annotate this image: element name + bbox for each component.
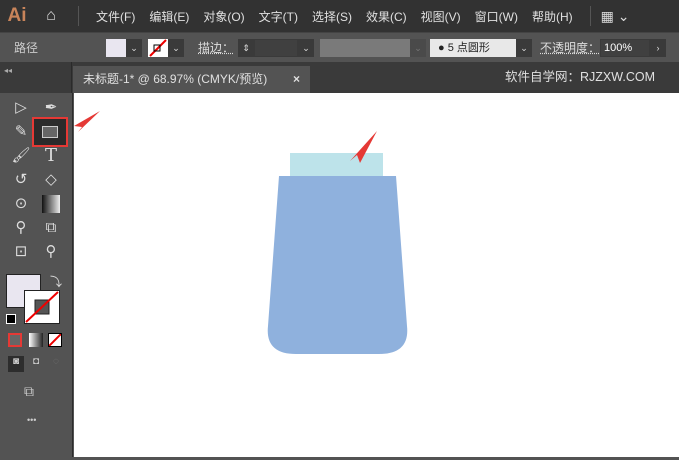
eraser-tool-icon[interactable]: ◇ (40, 169, 62, 191)
direct-selection-tool-icon[interactable]: ▷ (10, 97, 32, 119)
artboard-canvas[interactable] (74, 93, 679, 457)
divider (78, 6, 79, 26)
control-bar: 路径 ⌄ ⌄ 描边： ⇕ ⌄ ⌄ ● 5 点圆形 ⌄ 不透明度： 100% › (0, 32, 679, 62)
brush-label: 5 点圆形 (447, 41, 490, 54)
shape-builder-tool-icon[interactable]: ⧉ (40, 217, 62, 239)
rotate-tool-icon[interactable]: ↺ (10, 169, 32, 191)
collapse-icon[interactable]: ◂◂ (4, 66, 12, 75)
fill-swatch[interactable] (106, 38, 126, 57)
close-tab-button[interactable]: × (293, 66, 300, 93)
brush-definition[interactable]: ● 5 点圆形 (430, 38, 517, 57)
stroke-dropdown[interactable]: ⌄ (168, 38, 184, 57)
screen-mode-icon[interactable]: ⧉ (24, 383, 34, 400)
draw-inside-icon[interactable]: ◌ (48, 356, 64, 372)
document-tab[interactable]: 未标题-1* @ 68.97% (CMYK/预览) × (73, 66, 310, 93)
artwork (267, 131, 408, 354)
color-mode-button[interactable] (8, 333, 22, 347)
rectangle-tool-icon[interactable] (32, 117, 68, 147)
toolbar-header[interactable]: ◂◂ (0, 62, 72, 93)
watermark-text: 软件自学网：RJZXW.COM (505, 70, 655, 84)
stroke-swatch[interactable] (148, 38, 168, 57)
variable-width-profile[interactable] (320, 38, 411, 57)
stroke-color-swatch[interactable] (24, 290, 60, 324)
menu-type[interactable]: 文字(T) (252, 8, 305, 25)
width-tool-icon[interactable]: ⊙ (10, 193, 32, 215)
tab-title: 未标题-1* @ 68.97% (CMYK/预览) (83, 72, 268, 86)
none-mode-button[interactable] (48, 333, 62, 347)
bottle-body (267, 176, 408, 354)
menu-object[interactable]: 对象(O) (196, 8, 251, 25)
opacity-label: 不透明度： (540, 41, 601, 55)
pen-tool-icon[interactable]: ✒ (40, 97, 62, 119)
menu-view[interactable]: 视图(V) (414, 8, 468, 25)
draw-normal-icon[interactable]: ◙ (8, 356, 24, 372)
opacity-input[interactable]: 100% (600, 38, 651, 57)
stroke-weight-input[interactable] (254, 38, 299, 57)
brush-dropdown[interactable]: ⌄ (516, 38, 533, 57)
fill-dropdown[interactable]: ⌄ (126, 38, 142, 57)
gradient-tool-icon[interactable] (42, 195, 60, 213)
menu-file[interactable]: 文件(F) (89, 8, 142, 25)
menu-window[interactable]: 窗口(W) (468, 8, 525, 25)
tools-panel: ▷ ✒ ✎ 🖌 T ↺ ◇ ⊙ ⚲ ⧉ ⊡ ⚲ ⤵ ◙ ◘ ◌ ⧉ ••• (0, 93, 73, 457)
menu-effect[interactable]: 效果(C) (359, 8, 414, 25)
menu-edit[interactable]: 编辑(E) (142, 8, 196, 25)
workspace-switcher-icon[interactable]: ▦ ⌄ (601, 8, 630, 25)
curvature-tool-icon[interactable]: ✎ (10, 121, 32, 143)
divider (589, 6, 591, 26)
default-colors-icon[interactable] (6, 314, 16, 324)
stroke-label: 描边： (198, 41, 235, 55)
app-logo: Ai (7, 5, 27, 26)
menu-bar: Ai ⌂ 文件(F) 编辑(E) 对象(O) 文字(T) 选择(S) 效果(C)… (0, 0, 679, 32)
bottle-lid (290, 153, 383, 177)
more-tools-button[interactable]: ••• (27, 415, 36, 425)
gradient-mode-button[interactable] (29, 333, 43, 347)
menu-select[interactable]: 选择(S) (305, 8, 359, 25)
zoom-tool-icon[interactable]: ⚲ (40, 241, 62, 263)
profile-dropdown[interactable]: ⌄ (410, 38, 427, 57)
eyedropper-tool-icon[interactable]: ⚲ (10, 217, 32, 239)
draw-behind-icon[interactable]: ◘ (28, 356, 44, 372)
menu-help[interactable]: 帮助(H) (525, 8, 580, 25)
opacity-dropdown[interactable]: › (650, 38, 667, 57)
arrow-annotation-tool (74, 111, 100, 132)
home-icon[interactable]: ⌂ (34, 7, 68, 25)
stroke-weight-stepper[interactable]: ⇕ (238, 38, 255, 57)
selection-type-label: 路径 (14, 41, 39, 55)
paintbrush-tool-icon[interactable]: 🖌 (10, 145, 32, 167)
type-tool-icon[interactable]: T (40, 145, 62, 167)
swap-colors-icon[interactable]: ⤵ (50, 273, 62, 290)
artboard-tool-icon[interactable]: ⊡ (10, 241, 32, 263)
stroke-weight-dropdown[interactable]: ⌄ (298, 38, 315, 57)
